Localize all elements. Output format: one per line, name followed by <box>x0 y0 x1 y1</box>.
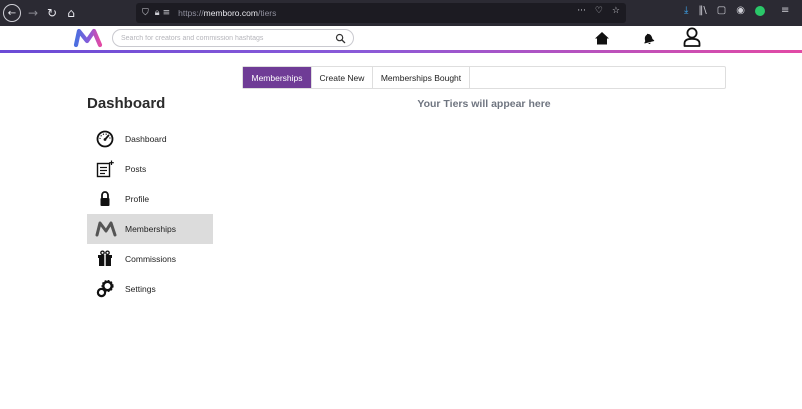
back-button[interactable]: ← <box>3 4 21 22</box>
memberships-tabs: Memberships Create New Memberships Bough… <box>242 66 726 89</box>
browser-home-button[interactable]: ⌂ <box>62 4 80 22</box>
sidebar-item-memberships[interactable]: Memberships <box>87 214 213 244</box>
url-text: https://memboro.com/tiers <box>178 8 276 18</box>
library-icon[interactable]: ‖\ <box>698 5 706 16</box>
sidebar-item-posts[interactable]: Posts <box>87 154 213 184</box>
pocket-icon[interactable]: ♡ <box>595 6 603 16</box>
gears-icon <box>96 280 114 298</box>
search-box <box>112 29 354 47</box>
sidebar-item-dashboard[interactable]: Dashboard <box>87 124 213 154</box>
download-icon[interactable]: ⤓ <box>684 5 688 16</box>
page-actions-button[interactable]: ··· <box>577 6 586 16</box>
permissions-icon: ≡ <box>162 8 171 18</box>
empty-state-message: Your Tiers will appear here <box>417 98 551 110</box>
bell-icon[interactable] <box>640 30 656 46</box>
search-input[interactable] <box>121 32 331 45</box>
bookmark-star-icon[interactable]: ☆ <box>612 6 620 16</box>
reload-button[interactable]: ↻ <box>43 4 61 22</box>
browser-toolbar: ← → ↻ ⌂ ⛉ 🔒︎ ≡ https://memboro.com/tiers… <box>0 0 802 26</box>
sidebar-item-label: Memberships <box>125 224 177 234</box>
sidebar-item-label: Dashboard <box>125 134 167 144</box>
memboro-m-icon <box>95 221 117 237</box>
sidebar-item-label: Commissions <box>125 254 177 264</box>
browser-toolbar-icons: ⤓ ‖\ ▢ ◉ ≡ <box>684 5 789 16</box>
home-icon[interactable] <box>594 30 610 46</box>
menu-icon[interactable]: ≡ <box>781 5 789 16</box>
extension-icon[interactable] <box>754 5 765 16</box>
address-bar-actions: ··· ♡ ☆ <box>577 6 620 16</box>
arrow-right-icon: → <box>27 6 39 20</box>
gift-icon <box>98 250 112 266</box>
forward-button[interactable]: → <box>24 4 42 22</box>
url-scheme: https:// <box>178 8 204 18</box>
lock-icon <box>100 191 110 206</box>
memboro-logo[interactable] <box>73 28 103 48</box>
sidebar-item-commissions[interactable]: Commissions <box>87 244 213 274</box>
sidebar-title: Dashboard <box>87 95 166 112</box>
add-post-icon <box>96 160 114 178</box>
url-path: /tiers <box>257 8 277 18</box>
home-outline-icon: ⌂ <box>67 6 75 20</box>
address-bar[interactable]: ⛉ 🔒︎ ≡ https://memboro.com/tiers ··· ♡ ☆ <box>136 3 626 23</box>
speedometer-icon <box>96 130 114 148</box>
account-icon[interactable]: ◉ <box>736 5 745 16</box>
tab-memberships-bought[interactable]: Memberships Bought <box>373 67 470 88</box>
shield-icon: ⛉ <box>142 8 149 18</box>
sidebar-item-label: Posts <box>125 164 147 174</box>
padlock-icon: 🔒︎ <box>154 8 160 18</box>
sidebar-item-settings[interactable]: Settings <box>87 274 213 304</box>
search-icon[interactable] <box>335 33 346 44</box>
arrow-left-icon: ← <box>7 7 17 19</box>
sidebar-item-label: Profile <box>125 194 150 204</box>
header-gradient-rule <box>0 50 802 53</box>
sidebar-toggle-icon[interactable]: ▢ <box>717 5 726 16</box>
sidebar-item-label: Settings <box>125 284 156 294</box>
url-domain: memboro.com <box>203 8 258 18</box>
tab-create-new[interactable]: Create New <box>312 67 373 88</box>
sidebar-item-profile[interactable]: Profile <box>87 184 213 214</box>
user-account-icon[interactable] <box>683 27 701 47</box>
reload-icon: ↻ <box>46 6 58 20</box>
tab-memberships[interactable]: Memberships <box>243 67 312 88</box>
